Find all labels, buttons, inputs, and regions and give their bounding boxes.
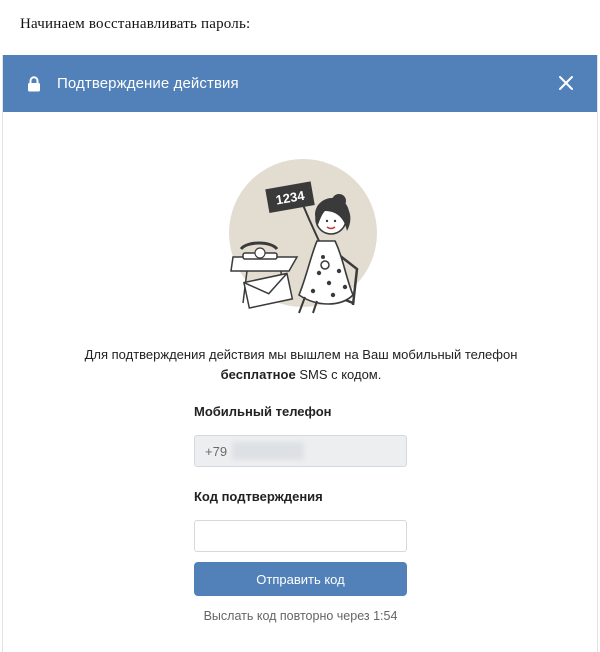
info-bold-word: бесплатное xyxy=(220,367,296,382)
code-input[interactable] xyxy=(194,520,407,552)
close-icon[interactable] xyxy=(557,74,575,92)
info-rest: SMS с кодом. xyxy=(295,367,382,382)
sms-illustration: 1234 xyxy=(229,159,377,314)
confirmation-dialog: Подтверждение действия 1234 Для подтверж… xyxy=(2,55,598,652)
phone-number-blurred xyxy=(232,442,304,460)
phone-label: Мобильный телефон xyxy=(194,404,332,419)
page-caption: Начинаем восстанавливать пароль: xyxy=(20,16,251,32)
info-text: Для подтверждения действия мы вышлем на … xyxy=(43,345,559,385)
code-label: Код подтверждения xyxy=(194,489,323,504)
send-code-button[interactable]: Отправить код xyxy=(194,562,407,596)
dialog-title: Подтверждение действия xyxy=(57,75,239,92)
lock-icon xyxy=(25,75,43,93)
info-line1: Для подтверждения действия мы вышлем на … xyxy=(84,347,518,362)
dialog-header: Подтверждение действия xyxy=(3,55,597,112)
resend-timer-text: Выслать код повторно через 1:54 xyxy=(203,609,398,623)
